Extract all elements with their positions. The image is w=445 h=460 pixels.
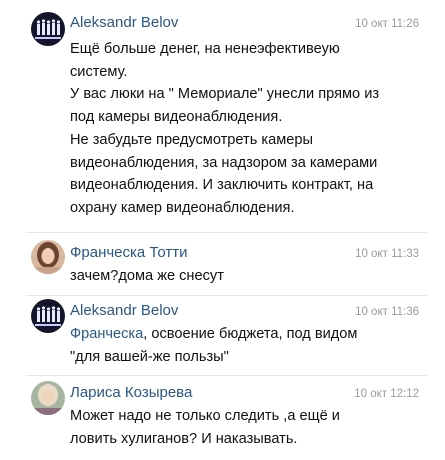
comment-author[interactable]: Франческа Тотти — [70, 244, 188, 261]
comment-line: Может надо не только следить ,а ещё и — [70, 408, 340, 424]
woman-portrait-icon — [31, 240, 65, 274]
comment-line: ловить хулиганов? И наказывать. — [70, 430, 298, 447]
comment-timestamp[interactable]: 10 окт 12:12 — [354, 388, 419, 400]
comment-text: Франческа, освоение бюджета, под видом "… — [70, 323, 425, 368]
comment-line: "для вашей-же пользы" — [70, 348, 229, 365]
comment-text: зачем?дома же снесут — [70, 265, 425, 288]
comment-author[interactable]: Aleksandr Belov — [70, 302, 178, 319]
comment-line: зачем?дома же снесут — [70, 268, 224, 284]
group-avatar-icon — [31, 12, 65, 46]
avatar[interactable] — [31, 240, 65, 274]
group-avatar-icon — [31, 299, 65, 333]
comment-line: Франческа, освоение бюджета, под видом — [70, 323, 425, 346]
comment-line-rest: , освоение бюджета, под видом — [143, 326, 358, 342]
comment-line: систему. — [70, 63, 128, 80]
comment-author[interactable]: Лариса Козырева — [70, 384, 192, 401]
comment-line: У вас люки на " Мемориале" унесли прямо … — [70, 86, 380, 103]
comment-line: видеонаблюдения, за надзором за камерами — [70, 154, 378, 171]
comment-text: Ещё больше денег, на ненеэфективеую сист… — [70, 38, 425, 220]
comment-timestamp[interactable]: 10 окт 11:36 — [355, 306, 419, 318]
avatar[interactable] — [31, 299, 65, 333]
comment-line: охрану камер видеонаблюдения. — [70, 199, 295, 216]
comment-line: видеонаблюдения. И заключить контракт, н… — [70, 177, 374, 194]
avatar[interactable] — [31, 12, 65, 46]
comment-timestamp[interactable]: 10 окт 11:26 — [355, 18, 419, 30]
mention-link[interactable]: Франческа — [70, 326, 143, 342]
woman-portrait-icon — [31, 381, 65, 415]
comment-timestamp[interactable]: 10 окт 11:33 — [355, 248, 419, 260]
comment-line: Не забудьте предусмотреть камеры — [70, 131, 313, 148]
comment-line: Ещё больше денег, на ненеэфективеую — [70, 41, 340, 57]
comment-divider — [26, 232, 427, 233]
comment-line: под камеры видеонаблюдения. — [70, 109, 283, 126]
comment-text: Может надо не только следить ,а ещё и ло… — [70, 405, 425, 450]
comment-divider — [26, 375, 427, 376]
comment-divider — [26, 295, 427, 296]
avatar[interactable] — [31, 381, 65, 415]
comment-author[interactable]: Aleksandr Belov — [70, 14, 178, 31]
